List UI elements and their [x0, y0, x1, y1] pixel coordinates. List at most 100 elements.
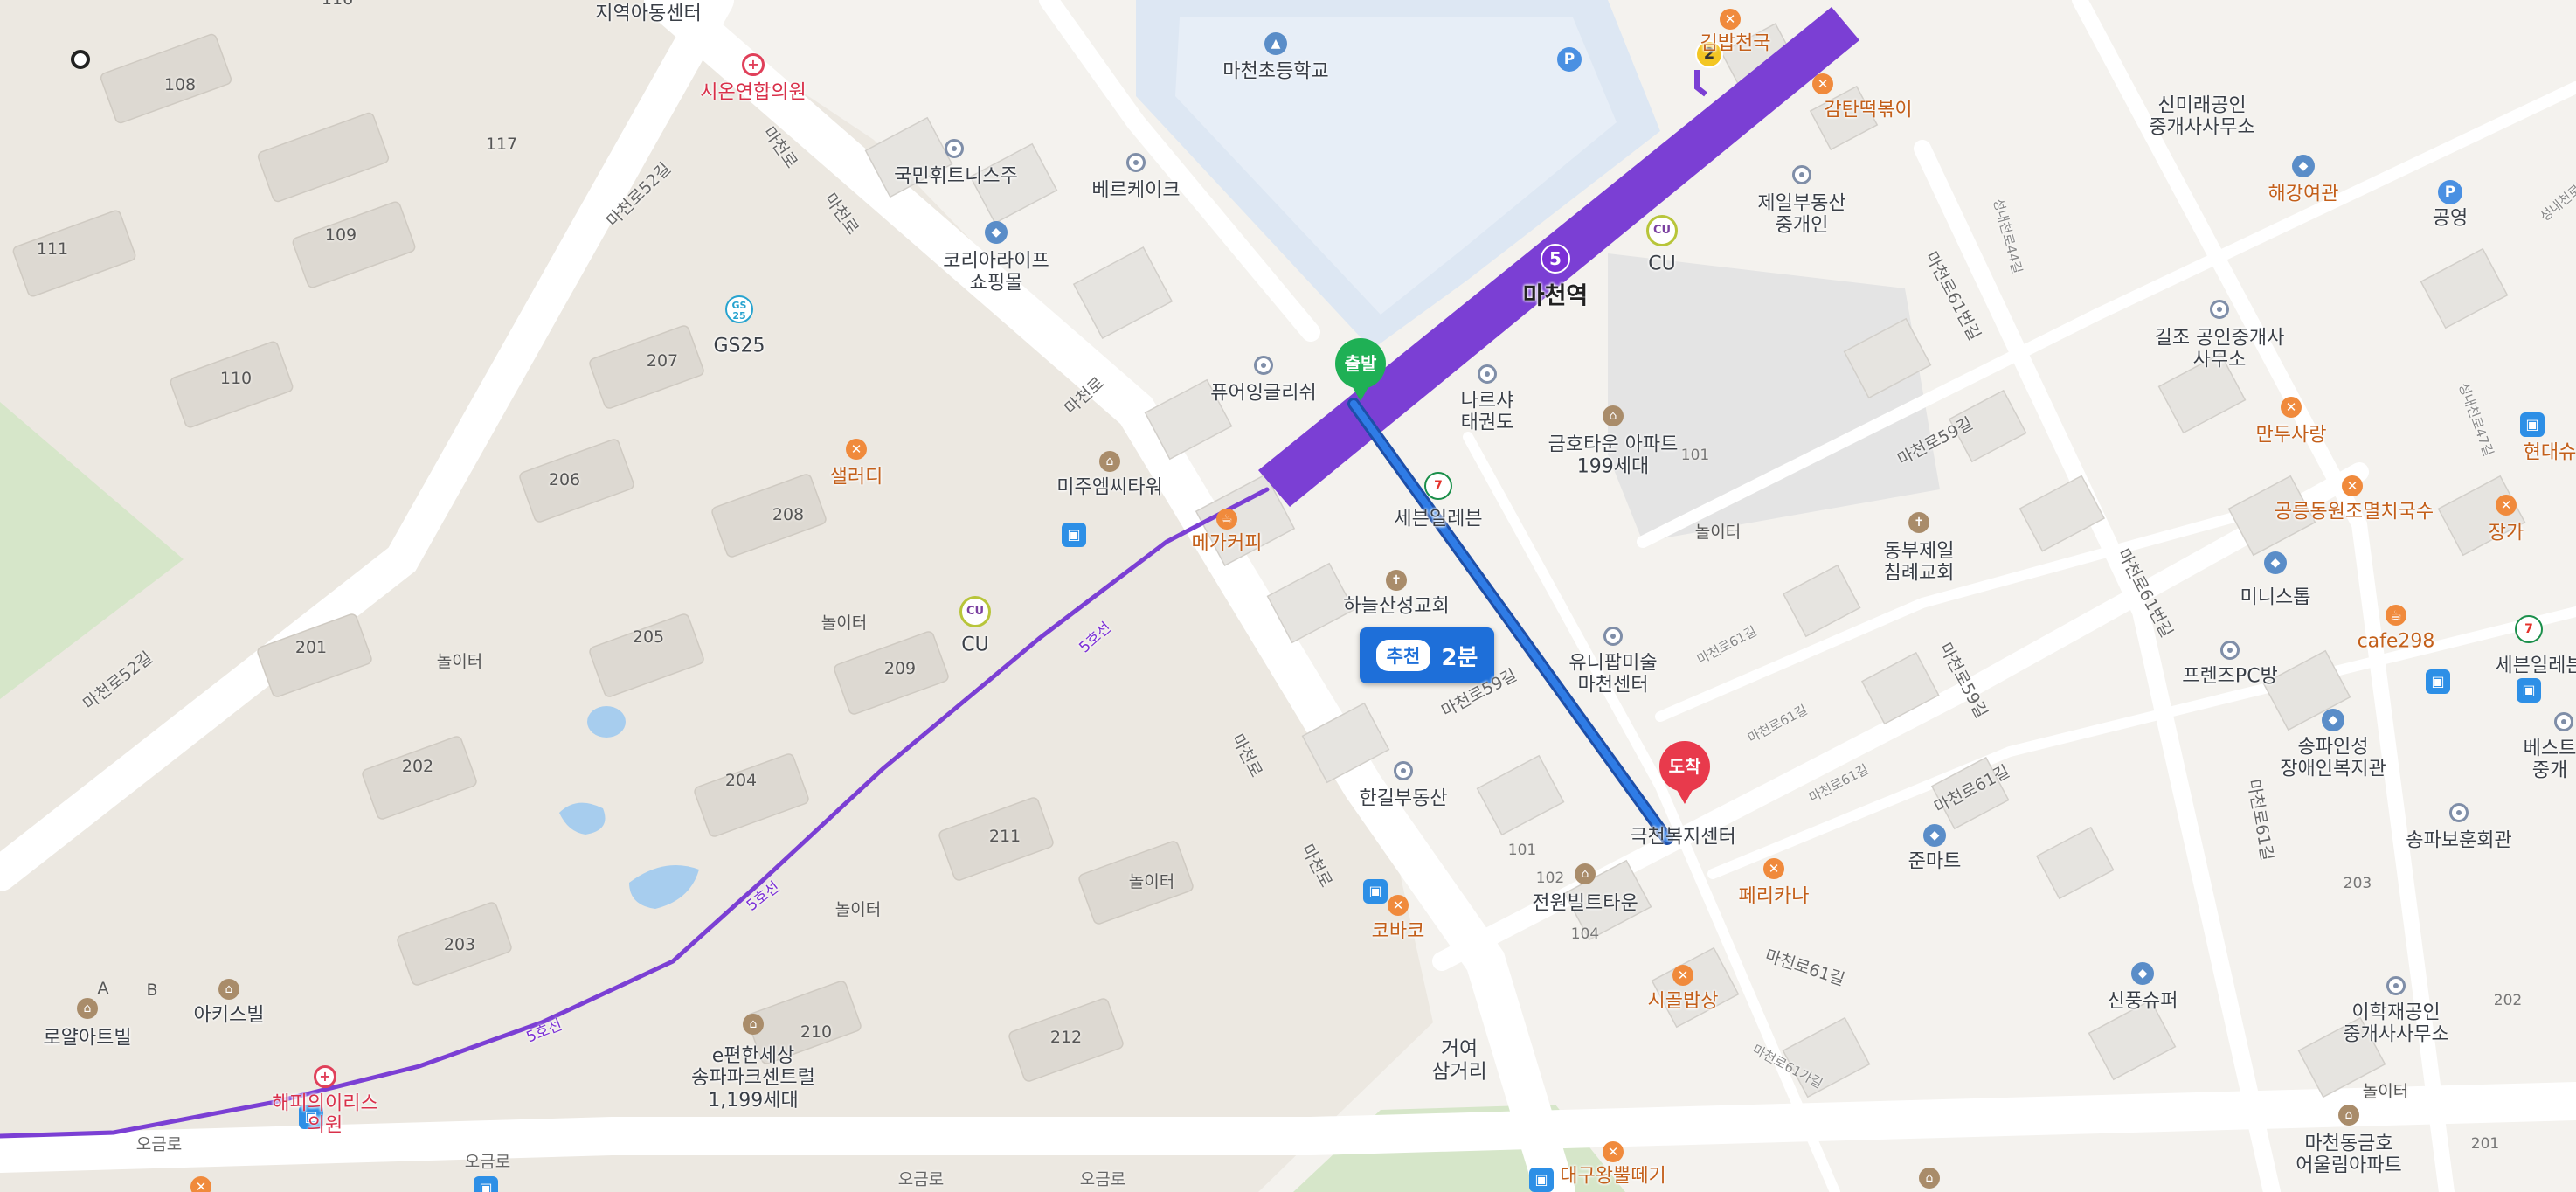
route-start-pin[interactable]: 출발 — [1335, 338, 1386, 401]
poi-label[interactable]: 만두사랑 — [2256, 424, 2327, 446]
poi-label[interactable]: 김밥천국 — [1700, 32, 1771, 54]
poi-label[interactable]: 마천동금호 어울림아파트 — [2296, 1133, 2401, 1178]
poi-label[interactable]: 아키스빌 — [194, 1004, 265, 1026]
bus-stop-icon[interactable]: ▣ — [2517, 678, 2541, 703]
poi-label[interactable]: 해강여관 — [2268, 183, 2339, 204]
playground-label: 놀이터 — [436, 652, 483, 672]
poi-label[interactable]: 나르샤 태권도 — [1461, 391, 1514, 435]
poi-label[interactable]: CU — [1648, 253, 1675, 274]
playground-label: 놀이터 — [2362, 1082, 2409, 1102]
parking-icon: P — [1557, 47, 1582, 72]
poi-label[interactable]: 전원빌트타운 — [1532, 892, 1638, 914]
poi-label[interactable]: 거여 삼거리 — [1431, 1038, 1486, 1085]
poi-label[interactable]: 신미래공인 중개사사무소 — [2149, 95, 2254, 140]
building-number: B — [146, 981, 158, 1001]
bus-stop-icon[interactable]: ▣ — [1529, 1168, 1554, 1192]
station-name[interactable]: 마천역 — [1523, 277, 1589, 311]
route-start-label: 출발 — [1335, 338, 1386, 401]
poi-label[interactable]: 지역아동센터 — [595, 3, 701, 24]
poi-label[interactable]: 로얄아트빌 — [43, 1027, 131, 1049]
poi-label[interactable]: 시온연합의원 — [700, 81, 806, 103]
poi-label[interactable]: 세븐일레븐 — [2495, 655, 2576, 676]
poi-label[interactable]: 대구왕뿔떼기 — [1560, 1165, 1665, 1187]
playground-label: 놀이터 — [1694, 523, 1742, 543]
poi-label[interactable]: 길조 공인중개사 사무소 — [2155, 328, 2285, 372]
restaurant-icon: ✕ — [846, 439, 867, 460]
bus-stop-icon[interactable]: ▣ — [1062, 523, 1086, 547]
hotel-icon: ◆ — [2292, 155, 2315, 177]
line5-number-badge: 5 — [1541, 244, 1570, 274]
ministop-icon: ◆ — [2264, 551, 2287, 574]
poi-label[interactable]: 감탄떡볶이 — [1824, 99, 1912, 121]
hospital-icon: + — [314, 1065, 336, 1088]
poi-label[interactable]: 신풍슈퍼 — [2108, 990, 2178, 1012]
poi-label[interactable]: CU — [961, 634, 988, 655]
route-summary-chip[interactable]: 추천 2분 — [1360, 627, 1494, 683]
building-number: 211 — [988, 827, 1021, 847]
poi-label[interactable]: 페리카나 — [1739, 885, 1810, 907]
bus-stop-icon[interactable]: ▣ — [474, 1176, 498, 1192]
poi-label[interactable]: 하늘산성교회 — [1343, 595, 1449, 617]
poi-label[interactable]: 미니스톱 — [2240, 586, 2311, 608]
poi-label[interactable]: 송파인성 장애인복지관 — [2280, 737, 2386, 781]
cu-store-icon: CU — [1646, 215, 1678, 246]
poi-label[interactable]: 이학재공인 중개사사무소 — [2343, 1002, 2448, 1047]
apartment-icon: ⌂ — [2338, 1105, 2359, 1126]
bakery-icon — [1126, 153, 1146, 172]
church-icon: ✝ — [1908, 512, 1929, 533]
recommended-tag: 추천 — [1375, 640, 1431, 671]
poi-label[interactable]: cafe298 — [2358, 630, 2435, 652]
building-number: 104 — [1570, 925, 1600, 944]
cafe-icon: ☕ — [2386, 605, 2406, 626]
poi-label[interactable]: 시골밥상 — [1648, 990, 1719, 1012]
poi-label[interactable]: 공릉동원조멸치국수 — [2275, 501, 2434, 523]
route-end-pin[interactable]: 도착 — [1659, 741, 1710, 804]
poi-label[interactable]: 미주엠씨타워 — [1056, 476, 1162, 498]
realty-icon — [2210, 300, 2229, 319]
poi-label[interactable]: 마천초등학교 — [1222, 60, 1328, 82]
poi-label[interactable]: 금호타운 아파트 199세대 — [1548, 434, 1679, 479]
poi-label[interactable]: 퓨어잉글리쉬 — [1210, 382, 1316, 404]
shop-icon: ◆ — [985, 221, 1008, 244]
apartment-icon: ⌂ — [1603, 405, 1624, 426]
poi-label[interactable]: 한길부동산 — [1359, 787, 1447, 809]
map-view[interactable]: 5호선 5호선 5호선 5 마천역 2 출발 도착 추천 2분 마천로52길 마… — [0, 0, 2576, 1192]
bus-stop-icon[interactable]: ▣ — [2426, 669, 2450, 694]
bus-stop-icon[interactable]: ▣ — [2520, 412, 2545, 437]
poi-label[interactable]: 세븐일레븐 — [1394, 508, 1482, 530]
poi-label[interactable]: e편한세상 송파파크센트럴 1,199세대 — [691, 1045, 815, 1112]
poi-label[interactable]: 동부제일 침례교회 — [1884, 541, 1955, 586]
poi-label[interactable]: 코바코 — [1372, 920, 1425, 942]
poi-label[interactable]: 베르케이크 — [1091, 179, 1180, 201]
building-number: 212 — [1049, 1028, 1083, 1048]
building-icon: ⌂ — [1575, 863, 1596, 884]
restaurant-icon: ✕ — [1812, 73, 1833, 94]
poi-label[interactable]: 극천복지센터 — [1630, 826, 1735, 848]
building-number: 201 — [294, 638, 328, 658]
poi-label[interactable]: 베스트 중개 — [2524, 738, 2576, 783]
building-number: 210 — [800, 1022, 833, 1043]
building-number: 108 — [163, 75, 197, 95]
poi-label[interactable]: 공영 — [2433, 207, 2468, 229]
bus-stop-icon[interactable]: ▣ — [1363, 879, 1388, 904]
poi-label[interactable]: 준마트 — [1908, 850, 1962, 872]
road-label: 오금로 — [897, 1169, 945, 1189]
poi-label[interactable]: 유니팝미술 마천센터 — [1568, 653, 1657, 697]
poi-label[interactable]: 제일부동산 중개인 — [1757, 193, 1845, 238]
poi-label[interactable]: 메가커피 — [1192, 532, 1263, 554]
poi-label[interactable]: 현대슈 — [2524, 441, 2576, 463]
poi-label[interactable]: 샐러디 — [830, 466, 883, 488]
apartment-icon: ⌂ — [743, 1014, 764, 1035]
poi-label[interactable]: 프렌즈PC방 — [2182, 665, 2278, 687]
location-dot-icon[interactable] — [71, 50, 90, 69]
poi-label[interactable]: 해피의이리스 의원 — [272, 1093, 377, 1138]
poi-label[interactable]: 장가 — [2489, 522, 2524, 544]
poi-label[interactable]: GS25 — [713, 335, 765, 357]
hospital-icon: + — [742, 53, 765, 76]
poi-label[interactable]: 송파보훈회관 — [2406, 829, 2511, 851]
school-icon: ▲ — [1264, 32, 1287, 55]
restaurant-icon: ✕ — [1388, 895, 1409, 916]
poi-label[interactable]: 국민휘트니스주 — [894, 165, 1018, 187]
poi-label[interactable]: 코리아라이프 쇼핑몰 — [943, 251, 1049, 295]
building-number: 203 — [2343, 875, 2372, 893]
